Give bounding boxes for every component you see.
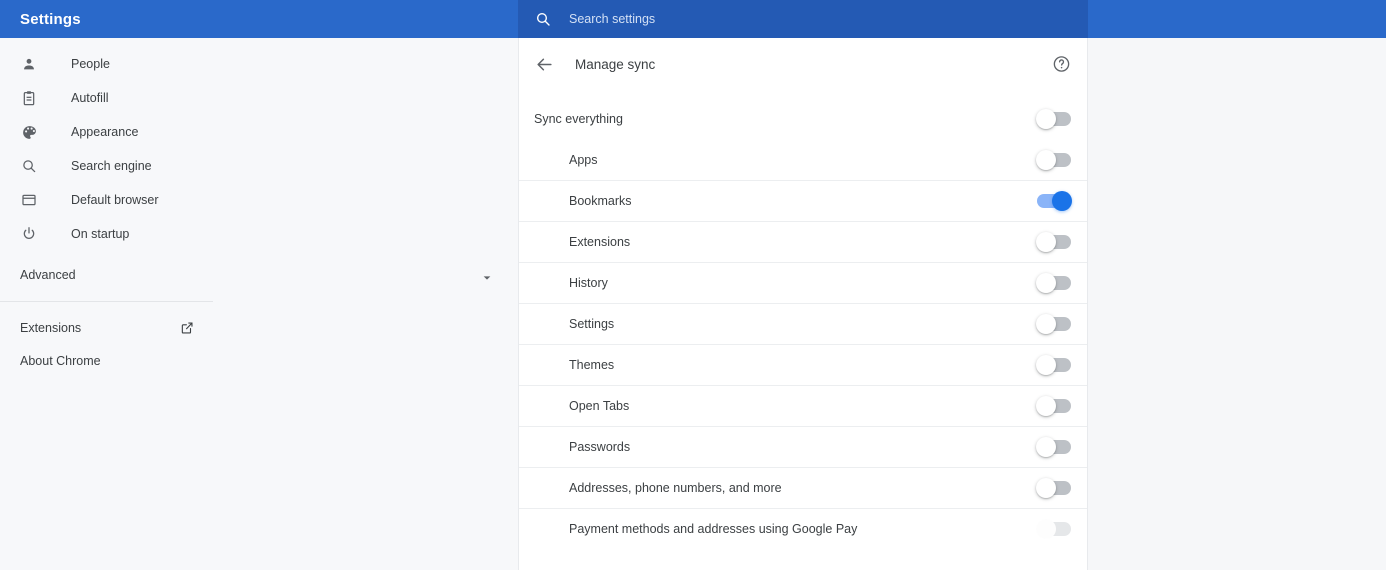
sync-everything-toggle[interactable] [1036,108,1071,129]
passwords-toggle[interactable] [1036,437,1071,457]
help-circle-icon[interactable] [1052,55,1071,74]
sidebar-nav-list: People Autofill Appearance Search engine… [0,38,518,377]
sidebar-item-default-browser[interactable]: Default browser [0,183,518,217]
row-label: Settings [569,317,615,331]
settings-toggle[interactable] [1036,314,1071,334]
sync-row-themes[interactable]: Themes [519,344,1087,385]
sidebar-item-search-engine[interactable]: Search engine [0,149,518,183]
sidebar: People Autofill Appearance Search engine… [0,38,518,570]
sidebar-footer: Extensions About Chrome [0,302,518,377]
toggle-knob [1036,355,1056,375]
sync-row-addresses[interactable]: Addresses, phone numbers, and more [519,467,1087,508]
sidebar-item-autofill[interactable]: Autofill [0,81,518,115]
themes-toggle[interactable] [1036,355,1071,375]
sidebar-item-label: Default browser [71,193,159,207]
row-label: Bookmarks [569,194,632,208]
sync-toggle-list: Sync everything Apps Bookmarks Extension… [519,90,1087,549]
person-icon [20,55,38,73]
toggle-knob [1036,108,1056,129]
sync-row-bookmarks[interactable]: Bookmarks [519,180,1087,221]
toggle-knob [1036,314,1056,334]
apps-toggle[interactable] [1036,149,1071,170]
open-tabs-toggle[interactable] [1036,396,1071,416]
toggle-knob [1036,273,1056,293]
toggle-knob [1036,478,1056,498]
row-label: Themes [569,358,615,372]
search-placeholder: Search settings [569,12,656,26]
top-app-bar: Settings Search settings [0,0,1386,38]
row-label: Passwords [569,440,631,454]
magnifier-icon [20,157,38,175]
clipboard-icon [20,89,38,107]
sidebar-item-people[interactable]: People [0,47,518,81]
sidebar-item-label: People [71,57,110,71]
sidebar-item-appearance[interactable]: Appearance [0,115,518,149]
sync-row-payment-methods[interactable]: Payment methods and addresses using Goog… [519,508,1087,549]
sync-row-apps[interactable]: Apps [519,139,1087,180]
toggle-knob [1036,396,1056,416]
payment-methods-toggle [1036,519,1071,539]
toggle-knob [1036,519,1056,539]
browser-window-icon [20,191,38,209]
row-label: Open Tabs [569,399,630,413]
sidebar-item-extensions[interactable]: Extensions [0,311,518,344]
palette-icon [20,123,38,141]
sync-row-passwords[interactable]: Passwords [519,426,1087,467]
sync-row-settings[interactable]: Settings [519,303,1087,344]
toggle-knob [1036,232,1056,252]
sidebar-footer-label: Extensions [20,320,82,335]
sidebar-item-about-chrome[interactable]: About Chrome [0,344,518,377]
sync-row-open-tabs[interactable]: Open Tabs [519,385,1087,426]
search-input[interactable]: Search settings [518,0,1088,38]
toggle-knob [1036,149,1056,170]
bookmarks-toggle[interactable] [1037,191,1072,211]
sidebar-item-on-startup[interactable]: On startup [0,217,518,251]
toggle-knob [1052,191,1072,211]
history-toggle[interactable] [1036,273,1071,293]
arrow-left-icon[interactable] [535,55,554,74]
sidebar-item-label: Autofill [71,91,109,105]
manage-sync-card: Manage sync Sync everything Apps Bookmar… [518,38,1088,570]
external-link-icon[interactable] [180,321,194,335]
sync-row-extensions[interactable]: Extensions [519,221,1087,262]
toggle-knob [1036,437,1056,457]
card-title: Manage sync [575,56,656,72]
row-label: Sync everything [534,111,623,126]
row-label: Addresses, phone numbers, and more [569,481,782,495]
search-icon [535,11,551,27]
sidebar-item-label: Search engine [71,159,152,173]
sidebar-item-label: On startup [71,227,130,241]
sidebar-item-advanced[interactable]: Advanced [0,258,518,292]
row-label: Apps [569,152,598,167]
settings-page: Settings Search settings People Autofill… [0,0,1386,570]
sidebar-advanced-label: Advanced [20,268,76,282]
chevron-down-icon [482,270,492,280]
extensions-toggle[interactable] [1036,232,1071,252]
card-header: Manage sync [519,38,1087,90]
sidebar-footer-label: About Chrome [20,353,101,368]
power-icon [20,225,38,243]
row-label: Payment methods and addresses using Goog… [569,522,858,536]
row-label: History [569,276,608,290]
sidebar-item-label: Appearance [71,125,139,139]
row-label: Extensions [569,235,631,249]
page-title: Settings [20,10,81,28]
sync-row-sync-everything[interactable]: Sync everything [519,98,1087,139]
sync-row-history[interactable]: History [519,262,1087,303]
addresses-toggle[interactable] [1036,478,1071,498]
